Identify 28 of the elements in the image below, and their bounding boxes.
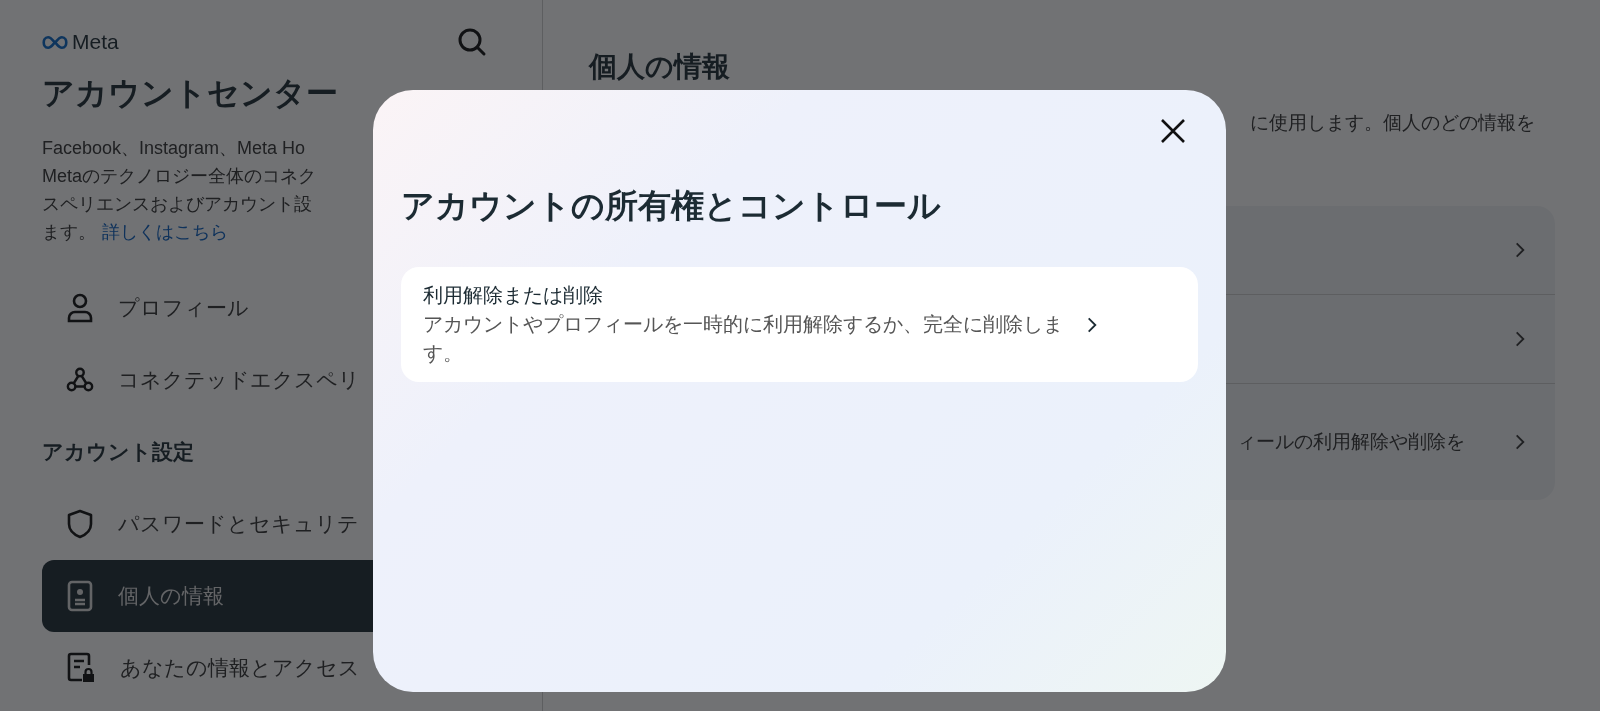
sidebar-item[interactable]: パスワードとセキュリテ bbox=[42, 488, 518, 560]
learn-more-link[interactable]: 詳しくはこちら bbox=[102, 218, 228, 246]
infinity-icon bbox=[42, 34, 68, 50]
nodes-icon bbox=[66, 366, 94, 394]
chevron-right-icon bbox=[1515, 330, 1525, 348]
description-text: スペリエンスおよびアカウント設 bbox=[42, 193, 312, 216]
page-title: アカウントセンター bbox=[42, 74, 339, 113]
document-lock-icon bbox=[66, 652, 96, 684]
section-title: 個人の情報 bbox=[589, 50, 731, 84]
meta-logo[interactable]: Meta bbox=[42, 30, 119, 54]
option-title: 利用解除または削除 bbox=[423, 283, 604, 308]
description-text: に使用します。個人のどの情報を bbox=[1250, 111, 1535, 135]
shield-icon bbox=[66, 509, 94, 539]
close-icon[interactable] bbox=[1160, 118, 1186, 144]
option-description: アカウントやプロフィールを一時的に利用解除するか、完全に削除します。 bbox=[423, 312, 1063, 366]
description-text: Facebook、Instagram、Meta Ho bbox=[42, 137, 306, 160]
dialog-title: アカウントの所有権とコントロール bbox=[401, 186, 942, 226]
sidebar-item[interactable]: あなたの情報とアクセス bbox=[42, 632, 518, 704]
id-card-icon bbox=[66, 580, 94, 612]
search-icon[interactable] bbox=[456, 26, 488, 58]
description-text: ます。 bbox=[42, 221, 96, 244]
chevron-right-icon bbox=[1515, 433, 1525, 451]
section-heading: アカウント設定 bbox=[42, 439, 195, 465]
chevron-right-icon bbox=[1087, 315, 1097, 334]
person-icon bbox=[66, 293, 94, 323]
option-item[interactable]: 利用解除または削除 アカウントやプロフィールを一時的に利用解除するか、完全に削除します。 bbox=[401, 267, 1198, 382]
description-text: Metaのテクノロジー全体のコネク bbox=[42, 165, 317, 188]
chevron-right-icon bbox=[1515, 241, 1525, 259]
